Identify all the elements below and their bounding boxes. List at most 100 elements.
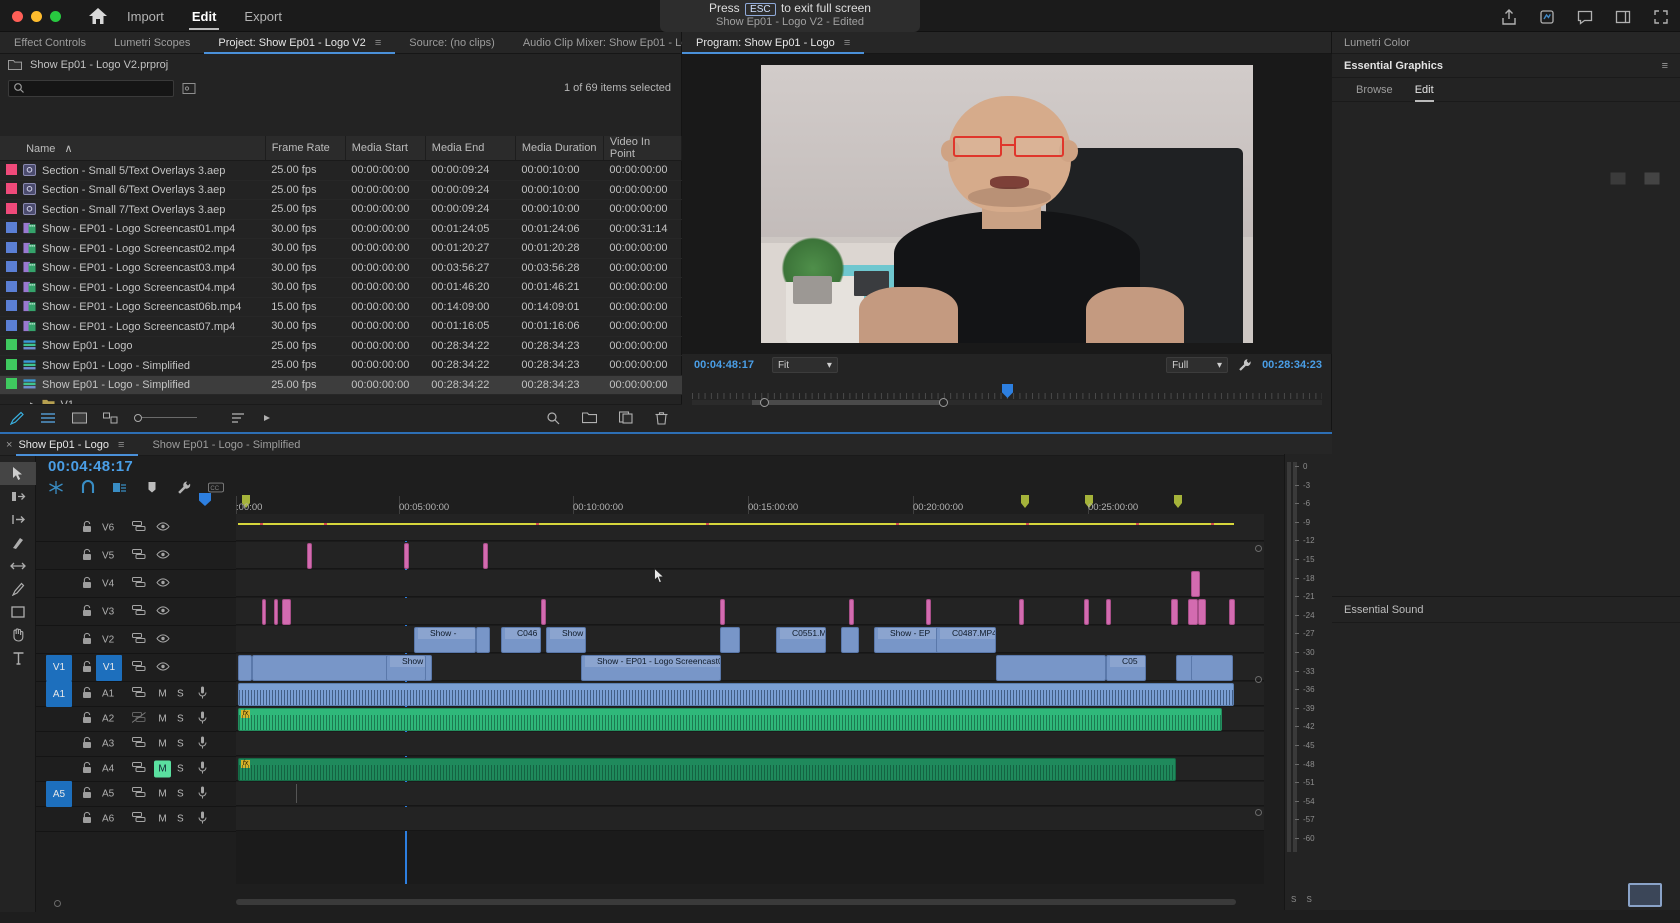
project-item-list[interactable]: Name ∧ Frame Rate Media Start Media End …	[0, 136, 682, 404]
sort-icon[interactable]	[231, 412, 246, 424]
timeline-clip[interactable]	[1188, 599, 1198, 625]
timeline-clip[interactable]	[404, 543, 409, 569]
project-toolbar-right[interactable]	[546, 411, 668, 425]
track-name[interactable]: A5	[102, 789, 114, 800]
label-color-swatch[interactable]	[6, 202, 17, 214]
track-name[interactable]: A6	[102, 814, 114, 825]
track-header-v2[interactable]: V2	[36, 626, 236, 654]
timeline-clip[interactable]: Show - EP	[874, 627, 939, 653]
track-headers[interactable]: V6 V5 V4 V3 V2 V1 V1 A1 A1 M S A2 M S A3 M S A4 M S A5 A5 M S A6…	[36, 514, 236, 884]
label-color-swatch[interactable]	[6, 222, 17, 234]
settings-wrench-icon[interactable]	[1238, 358, 1252, 372]
list-view-icon[interactable]	[41, 412, 56, 424]
voice-record-icon[interactable]	[198, 686, 207, 702]
toggle-sync-lock-icon[interactable]	[132, 787, 146, 801]
track-header-a4[interactable]: A4 M S	[36, 757, 236, 782]
track-lane-a6[interactable]	[236, 807, 1264, 831]
slip-tool-icon[interactable]	[0, 554, 36, 577]
toggle-sync-lock-icon[interactable]	[132, 548, 146, 563]
timeline-clip[interactable]	[1229, 599, 1235, 625]
toggle-track-output-icon[interactable]	[156, 521, 170, 534]
track-name[interactable]: V5	[102, 550, 114, 561]
comment-icon[interactable]	[1576, 8, 1594, 26]
program-scrubber[interactable]	[692, 384, 1322, 407]
delete-icon[interactable]	[655, 411, 668, 425]
track-header-a1[interactable]: A1 A1 M S	[36, 681, 236, 707]
timeline-clip[interactable]	[1084, 599, 1089, 625]
voice-record-icon[interactable]	[198, 736, 207, 752]
table-row[interactable]: Show - EP01 - Logo Screencast06b.mp4 15.0…	[0, 297, 682, 317]
label-color-swatch[interactable]	[6, 300, 17, 312]
toggle-sync-lock-icon[interactable]	[132, 737, 146, 751]
mute-track-button[interactable]: M	[154, 711, 171, 728]
timeline-clip[interactable]	[476, 627, 490, 653]
toggle-track-lock-icon[interactable]	[82, 576, 92, 592]
program-menu-icon[interactable]: ≡	[844, 32, 850, 54]
tab-lumetri-color[interactable]: Lumetri Color	[1332, 32, 1680, 54]
mute-track-button[interactable]: M	[154, 760, 171, 778]
timeline-clip[interactable]	[720, 599, 725, 625]
timeline-zoom-out-handle[interactable]	[54, 900, 61, 907]
track-target-toggle[interactable]: A5	[46, 781, 72, 807]
label-color-swatch[interactable]	[6, 280, 17, 292]
voice-record-icon[interactable]	[198, 711, 207, 727]
timeline-clip[interactable]	[841, 627, 859, 653]
automate-icon[interactable]	[262, 413, 272, 423]
solo-track-button[interactable]: S	[177, 814, 184, 825]
toggle-sync-lock-icon[interactable]	[132, 520, 146, 535]
voice-record-icon[interactable]	[198, 761, 207, 777]
timeline-clip[interactable]: Show	[546, 627, 586, 653]
project-panel-tabbar[interactable]: Effect Controls Lumetri Scopes Project: …	[0, 32, 789, 54]
timeline-clip[interactable]	[1106, 599, 1111, 625]
timeline-clip[interactable]: fx	[238, 758, 1176, 781]
audio-meters-panel[interactable]: 0 -3 -6 -9 -12 -15 -18 -21 -24 -27 -30 -33 -36 -39 -42…	[1284, 454, 1332, 910]
toggle-sync-lock-icon[interactable]	[132, 660, 146, 675]
label-color-swatch[interactable]	[6, 261, 17, 273]
timeline-timecode[interactable]: 00:04:48:17	[48, 458, 133, 475]
table-row[interactable]: Show Ep01 - Logo 25.00 fps 00:00:00:00 00:2…	[0, 336, 682, 356]
col-name[interactable]: Name ∧	[0, 136, 266, 161]
playback-resolution-select[interactable]: Full ▾	[1166, 357, 1229, 373]
toggle-sync-lock-icon[interactable]	[131, 712, 146, 726]
timeline-clip[interactable]: C046	[501, 627, 541, 653]
table-row[interactable]: Show - EP01 - Logo Screencast07.mp4 30.00…	[0, 316, 682, 337]
timeline-clip[interactable]	[1198, 599, 1206, 625]
tab-edit[interactable]: Edit	[1414, 78, 1434, 102]
search-input-wrapper[interactable]	[8, 79, 174, 97]
progress-icon[interactable]	[1538, 8, 1556, 26]
tab-source[interactable]: Source: (no clips)	[395, 32, 509, 54]
label-color-swatch[interactable]	[6, 319, 17, 331]
track-lane-v2[interactable]	[236, 626, 1264, 653]
project-toolbar[interactable]	[0, 404, 682, 430]
selection-tool-icon[interactable]	[0, 462, 36, 485]
col-media-duration[interactable]: Media Duration	[515, 136, 604, 161]
table-row[interactable]: Section - Small 7/Text Overlays 3.aep 25.…	[0, 199, 682, 220]
sequence-menu-icon[interactable]: ≡	[118, 434, 124, 456]
timeline-clip[interactable]	[238, 655, 252, 681]
toggle-track-lock-icon[interactable]	[82, 632, 92, 648]
nav-export[interactable]: Export	[241, 8, 285, 30]
zoom-slider[interactable]	[134, 413, 197, 422]
workspace-icon[interactable]	[1614, 8, 1632, 26]
track-name[interactable]: A1	[102, 689, 114, 700]
toggle-track-output-icon[interactable]	[156, 577, 170, 590]
timeline-clip[interactable]	[483, 543, 488, 569]
track-name[interactable]: V6	[102, 522, 114, 533]
tab-lumetri-scopes[interactable]: Lumetri Scopes	[100, 32, 204, 54]
timeline-clip[interactable]	[307, 543, 312, 569]
timeline-ruler[interactable]: :00:00 00:05:00:00 00:10:00:00 00:15:00:00 0…	[36, 492, 1332, 514]
track-name[interactable]: V3	[102, 606, 114, 617]
new-item-icon[interactable]	[619, 411, 633, 424]
program-video-area[interactable]	[682, 54, 1332, 354]
essential-graphics-menu-icon[interactable]: ≡	[1662, 60, 1668, 72]
scrubber-handle-right[interactable]	[939, 398, 948, 407]
track-target-toggle[interactable]: A1	[46, 681, 72, 707]
freeform-view-icon[interactable]	[103, 412, 118, 424]
col-media-start[interactable]: Media Start	[345, 136, 426, 161]
track-header-a3[interactable]: A3 M S	[36, 732, 236, 757]
find-icon[interactable]	[546, 411, 560, 425]
timeline-clip[interactable]: Show -	[414, 627, 476, 653]
col-video-in-point[interactable]: Video In Point	[603, 136, 682, 161]
table-row[interactable]: Show Ep01 - Logo - Simplified 25.00 fps 00…	[0, 375, 682, 395]
tab-project[interactable]: Project: Show Ep01 - Logo V2 ≡	[204, 32, 396, 54]
